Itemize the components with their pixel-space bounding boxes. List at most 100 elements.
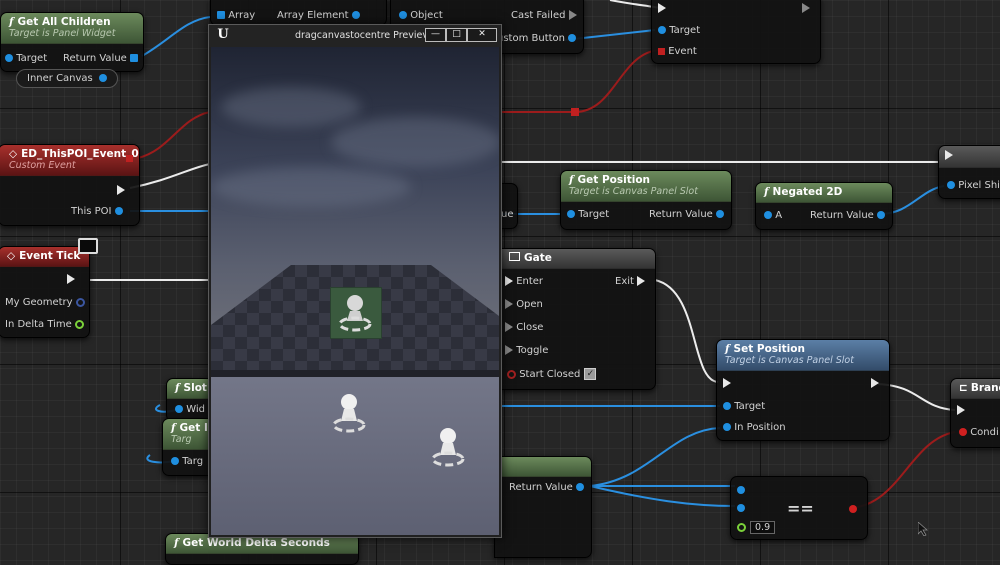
preview-title-bar[interactable]: U dragcanvastocentre Previev — □ ✕ — [209, 25, 501, 47]
exec-pin-icon[interactable] — [871, 378, 879, 388]
vector2d-pin-icon[interactable] — [723, 423, 731, 431]
exec-pin-icon[interactable] — [658, 3, 666, 13]
partial-pin-row[interactable]: ue — [501, 209, 514, 220]
this-poi-pin-row[interactable]: This POI — [71, 206, 123, 217]
target-pin-row[interactable]: Target — [567, 209, 609, 220]
object-pin-icon[interactable] — [5, 54, 13, 62]
bind-event-node[interactable]: Target Event — [651, 0, 821, 64]
float-pin-icon[interactable] — [576, 483, 585, 491]
pawn-icon[interactable] — [430, 427, 466, 469]
exec-pin-icon[interactable] — [802, 3, 810, 13]
get-all-children-node[interactable]: f Get All Children Target is Panel Widget… — [0, 12, 144, 72]
exec-pin-icon[interactable] — [505, 345, 513, 355]
exec-out-pin[interactable] — [67, 274, 75, 285]
exec-in-pin[interactable] — [957, 405, 965, 416]
object-pin-icon[interactable] — [723, 402, 731, 410]
bool-pin-icon[interactable] — [507, 369, 516, 379]
object-pin-icon[interactable] — [114, 207, 123, 215]
value-input[interactable]: 0.9 — [750, 521, 776, 534]
struct-pin-icon[interactable] — [75, 297, 85, 307]
exec-in-pin[interactable] — [658, 3, 666, 14]
bool-pin-icon[interactable] — [849, 505, 857, 513]
toggle-pin-row[interactable]: Toggle — [505, 345, 548, 356]
get-position-node[interactable]: f Get Position Target is Canvas Panel Slo… — [560, 170, 732, 230]
float-pin-icon[interactable] — [737, 522, 746, 532]
in-delta-time-pin-row[interactable]: In Delta Time — [5, 319, 84, 330]
object-pin-icon[interactable] — [568, 34, 577, 42]
preview-window[interactable]: U dragcanvastocentre Previev — □ ✕ — [208, 24, 502, 538]
event-pin-row[interactable]: Event — [658, 46, 697, 57]
exec-out-pin[interactable] — [802, 3, 810, 14]
exec-pin-icon[interactable] — [637, 276, 646, 286]
my-geometry-pin-row[interactable]: My Geometry — [5, 297, 85, 308]
exec-pin-icon[interactable] — [505, 276, 513, 286]
set-position-node[interactable]: f Set Position Target is Canvas Panel Slo… — [716, 339, 890, 441]
exec-pin-icon[interactable] — [505, 322, 513, 332]
a-pin-row[interactable] — [737, 485, 745, 496]
object-pin-icon[interactable] — [99, 74, 107, 82]
array-element-pin-row[interactable]: Array Element — [277, 10, 360, 21]
result-pin-row[interactable] — [849, 504, 857, 515]
object-pin-icon[interactable] — [175, 405, 183, 413]
float-pin-icon[interactable] — [737, 486, 745, 494]
close-button[interactable]: ✕ — [467, 28, 497, 42]
delegate-pin-icon[interactable] — [126, 155, 133, 162]
equals-node[interactable]: == 0.9 — [730, 476, 868, 540]
return-value-pin-row[interactable]: Return Value — [810, 210, 886, 221]
a-pin-row[interactable]: A — [764, 210, 782, 221]
gate-node[interactable]: Gate Enter Exit Open Close Toggle Start … — [500, 248, 656, 390]
exec-in-pin[interactable] — [723, 378, 731, 389]
exec-pin-icon[interactable] — [67, 274, 75, 284]
return-value-node[interactable]: Return Value — [494, 456, 592, 558]
delegate-pin-icon[interactable] — [658, 47, 665, 55]
target-pin-row[interactable]: Target — [723, 401, 765, 412]
array-pin-icon[interactable] — [130, 54, 139, 62]
object-pin-icon[interactable] — [567, 210, 575, 218]
pixel-shift-node[interactable]: Pixel Shi — [938, 145, 1000, 199]
cast-failed-pin-row[interactable]: Cast Failed — [511, 10, 577, 21]
target-pin-row[interactable]: Target — [5, 53, 47, 64]
exec-out-pin[interactable] — [117, 185, 125, 196]
exec-in-pin[interactable] — [945, 150, 953, 161]
array-pin-icon[interactable] — [217, 11, 225, 19]
vector2d-pin-icon[interactable] — [877, 211, 886, 219]
in-position-pin-row[interactable]: In Position — [723, 422, 786, 433]
close-pin-row[interactable]: Close — [505, 322, 543, 333]
open-pin-row[interactable]: Open — [505, 299, 543, 310]
b-pin-row[interactable] — [737, 503, 745, 514]
object-pin-row[interactable]: Object — [399, 10, 443, 21]
return-value-pin-row[interactable]: Return Value — [509, 482, 585, 493]
exec-pin-icon[interactable] — [117, 185, 125, 195]
exit-pin-row[interactable]: Exit — [615, 276, 646, 287]
minimize-button[interactable]: — — [425, 28, 446, 42]
object-pin-icon[interactable] — [171, 457, 179, 465]
exec-pin-icon[interactable] — [505, 299, 513, 309]
exec-pin-icon[interactable] — [957, 405, 965, 415]
object-pin-icon[interactable] — [658, 26, 666, 34]
float-pin-icon[interactable] — [737, 504, 745, 512]
start-closed-checkbox[interactable]: ✓ — [584, 368, 597, 380]
condition-pin-row[interactable]: Condi — [959, 427, 999, 438]
vector2d-pin-icon[interactable] — [764, 211, 772, 219]
exec-pin-icon[interactable] — [568, 10, 577, 20]
array-pin-row[interactable]: Array — [217, 10, 255, 21]
vector2d-pin-icon[interactable] — [947, 181, 955, 189]
return-value-pin-row[interactable]: Return Value — [649, 209, 725, 220]
pixel-pin-row[interactable]: Pixel Shi — [947, 180, 1000, 191]
poi-pawn-icon[interactable] — [337, 293, 373, 333]
exec-pin-icon[interactable] — [723, 378, 731, 388]
slot-pin-row[interactable]: Wid — [175, 404, 205, 415]
start-closed-pin-row[interactable]: Start Closed ✓ — [507, 368, 597, 380]
value-pin-row[interactable]: 0.9 — [737, 521, 776, 534]
vector2d-pin-icon[interactable] — [716, 210, 725, 218]
inner-canvas-variable[interactable]: Inner Canvas — [16, 69, 118, 88]
object-pin-icon[interactable] — [399, 11, 407, 19]
bool-pin-icon[interactable] — [959, 428, 967, 436]
pawn-icon[interactable] — [331, 393, 367, 435]
event-tick-node[interactable]: ◇ Event Tick My Geometry In Delta Time — [0, 246, 90, 338]
exec-pin-icon[interactable] — [945, 150, 953, 160]
for-each-node[interactable]: Array Array Element — [210, 0, 387, 26]
game-viewport[interactable] — [211, 47, 499, 535]
enter-pin-row[interactable]: Enter — [505, 276, 543, 287]
maximize-button[interactable]: □ — [446, 28, 467, 42]
